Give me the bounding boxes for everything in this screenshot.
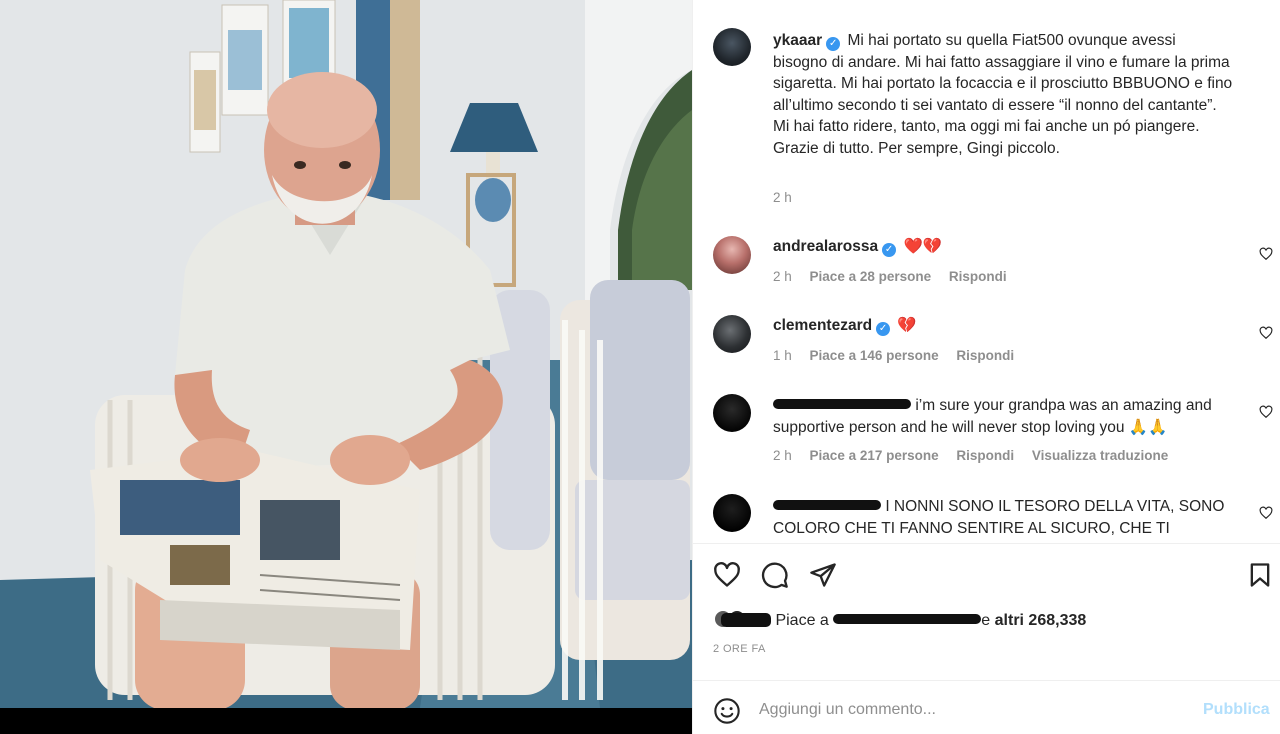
author-avatar[interactable] [713,28,751,66]
like-comment-heart-icon[interactable] [1259,326,1273,340]
comment-avatar[interactable] [713,315,751,353]
reply-button[interactable]: Rispondi [956,348,1014,363]
comment-meta: 2 h Piace a 28 persone Rispondi [773,268,1021,286]
comment-text: 💔 [897,317,917,334]
reply-button[interactable]: Rispondi [949,269,1007,284]
post-photo[interactable] [0,0,692,708]
comment-meta: 1 h Piace a 146 persone Rispondi [773,347,1028,365]
comment-username[interactable]: clementezard [773,317,872,334]
like-comment-heart-icon[interactable] [1259,506,1273,520]
likes-prefix: Piace a [775,612,829,629]
comment-likes[interactable]: Piace a 217 persone [810,448,939,463]
bookmark-icon[interactable] [1246,561,1274,589]
likes-suffix: e [981,612,991,629]
comment: andrealarossa ✓ ❤️💔 [773,236,1233,258]
verified-icon: ✓ [826,37,841,51]
comment-likes[interactable]: Piace a 28 persone [810,269,932,284]
reply-button[interactable]: Rispondi [956,448,1014,463]
comment: I NONNI SONO IL TESORO DELLA VITA, SONO … [773,496,1233,539]
action-bar [693,543,1280,607]
comment-time[interactable]: 2 h [773,448,792,463]
caption-meta: 2 h [773,189,806,207]
emoji-icon[interactable] [713,697,741,725]
comment-likes[interactable]: Piace a 146 persone [810,348,939,363]
comment-input[interactable] [759,693,1189,727]
comment-avatar[interactable] [713,236,751,274]
likes-summary: Piace a e altri 268,338 [713,609,1086,633]
caption: ykaaar ✓ Mi hai portato su quella Fiat500… [773,30,1233,159]
post-photo-illustration [0,0,692,708]
comment: clementezard ✓ 💔 [773,315,1233,337]
comment-time[interactable]: 2 h [773,269,792,284]
redacted-liker [833,614,982,624]
share-icon[interactable] [809,561,837,589]
comment-meta: 2 h Piace a 217 persone Rispondi Visuali… [773,447,1182,465]
comment-avatar[interactable] [713,494,751,532]
comment-username[interactable]: andrealarossa [773,238,878,255]
post-timestamp[interactable]: 2 ORE FA [713,643,766,655]
caption-text: Mi hai portato su quella Fiat500 ovunque… [773,32,1233,157]
comment-icon[interactable] [761,561,789,589]
liker-avatars[interactable] [713,609,771,629]
comments-list[interactable]: ykaaar ✓ Mi hai portato su quella Fiat500… [693,0,1280,543]
comment-text: ❤️💔 [903,238,943,255]
redacted-username [773,500,881,510]
comment: i’m sure your grandpa was an amazing and… [773,395,1233,438]
add-comment-bar: Pubblica [693,680,1280,734]
verified-icon: ✓ [876,322,891,336]
caption-time[interactable]: 2 h [773,190,792,205]
photo-letterbox [0,708,692,734]
like-comment-heart-icon[interactable] [1259,247,1273,261]
author-username[interactable]: ykaaar [773,32,822,49]
translate-button[interactable]: Visualizza traduzione [1032,448,1168,463]
likes-others[interactable]: altri 268,338 [995,612,1087,629]
post-detail-panel: ykaaar ✓ Mi hai portato su quella Fiat500… [692,0,1280,734]
verified-icon: ✓ [882,243,897,257]
like-comment-heart-icon[interactable] [1259,405,1273,419]
redacted-username [773,399,911,409]
comment-time[interactable]: 1 h [773,348,792,363]
publish-button[interactable]: Pubblica [1203,701,1270,719]
heart-icon[interactable] [713,561,741,589]
comment-avatar[interactable] [713,394,751,432]
